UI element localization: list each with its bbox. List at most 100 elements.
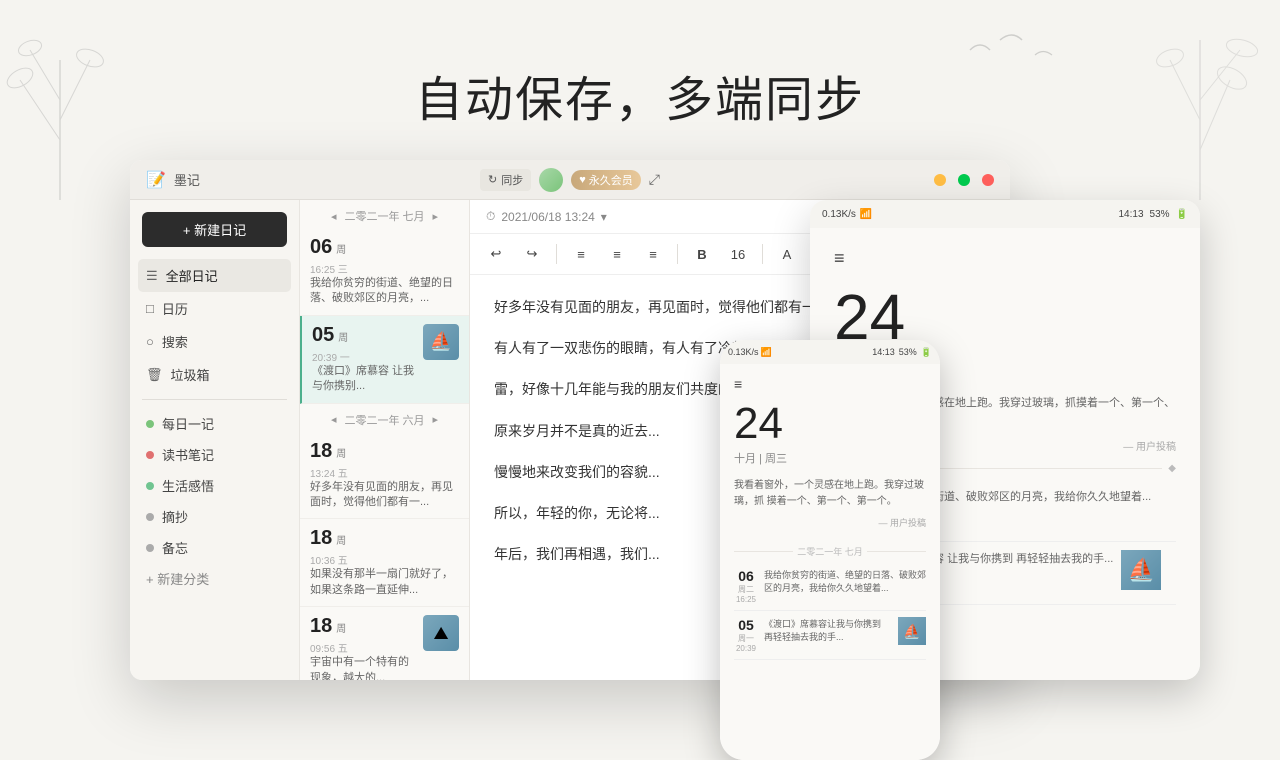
all-diary-label: 全部日记 [166, 266, 218, 285]
diary-item-content: 06 周 16:25 三 我给你贫穷的街道、绝望的日落、破败郊区的月亮，... [310, 236, 459, 307]
diary-thumbnail-june-3: ⛰ [423, 615, 459, 651]
sidebar-item-search[interactable]: ○ 搜索 [138, 325, 291, 358]
tablet-statusbar-right: 14:13 53% 🔋 [1119, 209, 1189, 220]
sync-button[interactable]: ↻ 同步 [480, 169, 531, 191]
phone-body: ≡ 24 十月 | 周三 我看着窗外，一个灵感在地上跑。我穿过玻璃，抓 摸着一个… [720, 364, 940, 760]
diary-item-content-active: 05 周 20:39 一 《渡口》席慕容 让我与你携别... [312, 324, 417, 395]
sidebar-item-all-diary[interactable]: ☰ 全部日记 [138, 259, 291, 292]
expand-icon[interactable]: ⤢ [649, 171, 660, 188]
phone-user-quote: — 用户投稿 [734, 516, 926, 529]
tablet-diary-thumbnail: ⛵ [1121, 550, 1161, 590]
close-button[interactable] [982, 174, 994, 186]
diary-june-2-content: 18 周 10:36 五 如果没有那半一扇门就好了，如果这条路一直延伸... [310, 527, 459, 598]
diary-day-june-1: 18 [310, 440, 332, 463]
sidebar-item-trash[interactable]: 🗑 垃圾箱 [138, 358, 291, 391]
phone-window: 0.13K/s 📶 14:13 53% 🔋 ≡ 24 十月 | 周三 我看着窗外… [720, 340, 940, 760]
date-expand-icon[interactable]: ▾ [601, 210, 607, 224]
bold-button[interactable]: B [688, 240, 716, 268]
font-size-button[interactable]: 16 [724, 240, 752, 268]
diary-date-june-2: 18 周 [310, 527, 459, 550]
sync-icon: ↻ [488, 173, 497, 186]
diary-date-june-1: 18 周 [310, 440, 459, 463]
undo-button[interactable]: ↩ [482, 240, 510, 268]
align-left-button[interactable]: ≡ [567, 240, 595, 268]
clock-icon: ⏱ [486, 209, 495, 224]
diary-date-2: 05 周 [312, 324, 417, 347]
tag-reading[interactable]: 读书笔记 [138, 439, 291, 470]
tablet-battery-label: 53% [1150, 209, 1170, 220]
diary-item-active[interactable]: 05 周 20:39 一 《渡口》席慕容 让我与你携别... ⛵ [300, 316, 469, 404]
sidebar-item-calendar[interactable]: □ 日历 [138, 292, 291, 325]
phone-statusbar: 0.13K/s 📶 14:13 53% 🔋 [720, 340, 940, 364]
phone-date-sub: 十月 | 周三 [734, 450, 926, 466]
ship-image: ⛵ [423, 324, 459, 360]
diary-item-june-2[interactable]: 18 周 10:36 五 如果没有那半一扇门就好了，如果这条路一直延伸... [300, 519, 469, 607]
tablet-ship-image: ⛵ [1121, 550, 1161, 590]
new-diary-button[interactable]: + 新建日记 [142, 212, 287, 247]
phone-date-big: 24 [734, 402, 926, 446]
june-label: 二零二一年 六月 [344, 412, 424, 428]
memo-dot-icon [146, 544, 154, 552]
sidebar-nav: ☰ 全部日记 □ 日历 ○ 搜索 🗑 垃圾箱 [130, 259, 299, 391]
title-bar: 📝 墨记 ↻ 同步 ♥ 永久会员 ⤢ [130, 160, 1010, 200]
main-container: 📝 墨记 ↻ 同步 ♥ 永久会员 ⤢ [130, 160, 1200, 700]
toolbar-divider-1 [556, 244, 557, 264]
tag-life[interactable]: 生活感悟 [138, 470, 291, 501]
diary-item[interactable]: 06 周 16:25 三 我给你贫穷的街道、绝望的日落、破败郊区的月亮，... [300, 228, 469, 316]
diary-time-june-2: 10:36 五 [310, 552, 459, 567]
phone-battery-label: 53% [899, 347, 917, 357]
phone-time-label: 14:13 [872, 347, 895, 357]
editor-date-value: 2021/06/18 13:24 [501, 210, 594, 224]
ship-image-june-3: ⛰ [423, 615, 459, 651]
diary-preview-june-1: 好多年没有见面的朋友，再见面时，觉得他们都有一... [310, 480, 459, 511]
phone-meta-2: 周一20:39 [734, 633, 758, 653]
phone-meta-1: 周二16:25 [734, 584, 758, 604]
july-label: 二零二一年 七月 [344, 208, 424, 224]
tablet-network-label: 0.13K/s [822, 209, 856, 220]
new-category-button[interactable]: + 新建分类 [130, 563, 299, 594]
diary-list-panel: ◂ 二零二一年 七月 ▸ 06 周 16:25 三 我给你贫穷的街道、绝望的日落… [300, 200, 470, 680]
phone-diary-item-1[interactable]: 06 周二16:25 我给你贫穷的街道、绝望的日落、破败郊区的月亮，我给你久久地… [734, 562, 926, 611]
diary-weekday-june-1: 周 [336, 445, 346, 460]
tablet-menu-icon[interactable]: ≡ [834, 248, 1176, 269]
sidebar-divider [142, 399, 287, 400]
diary-june-3-content: 18 周 09:56 五 宇宙中有一个特有的现象，越大的... [310, 615, 417, 680]
diary-day: 06 [310, 236, 332, 259]
diary-date: 06 周 [310, 236, 459, 259]
minimize-button[interactable] [934, 174, 946, 186]
phone-ship-image: ⛵ [898, 617, 926, 645]
prev-month-icon[interactable]: ◂ [331, 210, 337, 223]
next-month-june-icon[interactable]: ▸ [433, 413, 439, 426]
diary-date-june-3: 18 周 [310, 615, 417, 638]
prev-month-june-icon[interactable]: ◂ [331, 413, 337, 426]
diary-time: 16:25 三 [310, 261, 459, 276]
diary-weekday-june-2: 周 [336, 532, 346, 547]
tag-quote[interactable]: 摘抄 [138, 501, 291, 532]
align-right-button[interactable]: ≡ [639, 240, 667, 268]
redo-button[interactable]: ↪ [518, 240, 546, 268]
diary-weekday: 周 [336, 241, 346, 256]
tablet-statusbar: 0.13K/s 📶 14:13 53% 🔋 [810, 200, 1200, 228]
tag-memo[interactable]: 备忘 [138, 532, 291, 563]
phone-diary-thumbnail: ⛵ [898, 617, 926, 645]
align-center-button[interactable]: ≡ [603, 240, 631, 268]
maximize-button[interactable] [958, 174, 970, 186]
diary-item-june-3[interactable]: 18 周 09:56 五 宇宙中有一个特有的现象，越大的... ⛰ [300, 607, 469, 680]
phone-statusbar-right: 14:13 53% 🔋 [872, 347, 932, 358]
tag-daily[interactable]: 每日一记 [138, 408, 291, 439]
phone-menu-icon[interactable]: ≡ [734, 376, 926, 392]
phone-battery-icon: 🔋 [921, 347, 932, 358]
diary-item-june-1[interactable]: 18 周 13:24 五 好多年没有见面的朋友，再见面时，觉得他们都有一... [300, 432, 469, 520]
next-month-icon[interactable]: ▸ [433, 210, 439, 223]
tablet-battery-icon: 🔋 [1176, 209, 1188, 220]
tag-quote-label: 摘抄 [162, 507, 188, 526]
tablet-section-line [926, 468, 1162, 469]
tablet-diamond-icon-2: ◆ [1168, 463, 1176, 474]
phone-diary-item-2[interactable]: 05 周一20:39 《渡口》席慕容让我与你携到 再轻轻抽去我的手... ⛵ [734, 611, 926, 660]
tag-daily-label: 每日一记 [162, 414, 214, 433]
font-color-button[interactable]: A [773, 240, 801, 268]
search-label: 搜索 [162, 332, 188, 351]
page-title: 自动保存，多端同步 [0, 60, 1280, 130]
trash-label: 垃圾箱 [171, 365, 210, 384]
app-logo-icon: 📝 [146, 170, 166, 190]
